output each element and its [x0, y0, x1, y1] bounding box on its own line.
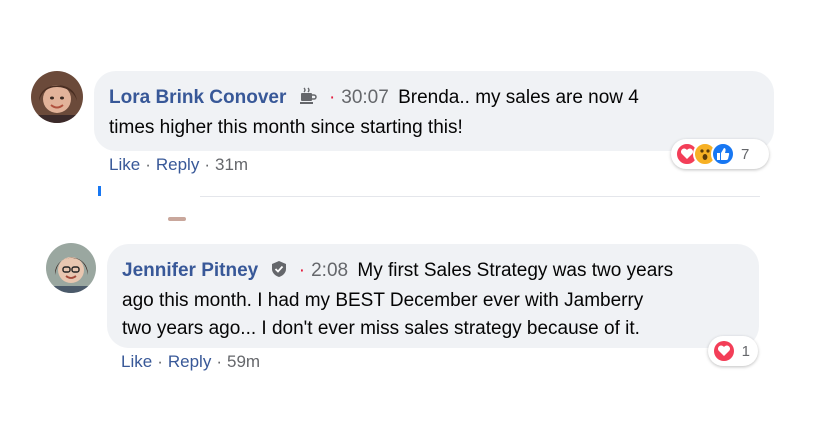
comment-actions: Like · Reply · 31m	[109, 155, 248, 175]
comment-text-line: ago this month. I had my BEST December e…	[122, 290, 644, 311]
comment-age[interactable]: 31m	[215, 155, 248, 174]
comment-bubble: Lora Brink Conover · 30:07 Brenda.. my sa…	[94, 71, 774, 151]
video-timestamp[interactable]: 30:07	[341, 87, 389, 108]
separator-dot: ·	[328, 87, 336, 108]
comment-text-line: times higher this month since starting t…	[109, 117, 463, 138]
comment-age[interactable]: 59m	[227, 352, 260, 371]
comment-text-line: two years ago... I don't ever miss sales…	[122, 318, 640, 339]
comment-bubble: Jennifer Pitney · 2:08 My first Sales Str…	[107, 244, 759, 348]
verified-shield-icon	[270, 259, 288, 287]
thread-marker	[98, 186, 101, 196]
separator-dot: ·	[216, 352, 222, 371]
like-link[interactable]: Like	[109, 155, 140, 174]
reply-link[interactable]: Reply	[156, 155, 199, 174]
video-timestamp[interactable]: 2:08	[311, 260, 348, 281]
like-icon	[711, 142, 735, 166]
coffee-cup-icon	[298, 86, 318, 114]
love-icon	[712, 339, 736, 363]
separator-dot: ·	[204, 155, 210, 174]
reactions-summary[interactable]: 1	[708, 336, 758, 366]
reaction-count: 1	[741, 342, 750, 360]
avatar[interactable]	[31, 71, 83, 123]
reactions-summary[interactable]: 7	[671, 139, 769, 169]
avatar[interactable]	[46, 243, 96, 293]
reply-link[interactable]: Reply	[168, 352, 211, 371]
cropped-avatar-edge	[168, 217, 186, 221]
reaction-count: 7	[741, 145, 750, 163]
comment-author[interactable]: Lora Brink Conover	[109, 87, 286, 108]
separator-dot: ·	[157, 352, 163, 371]
comment-text-line: Brenda.. my sales are now 4	[398, 87, 639, 108]
separator-dot: ·	[145, 155, 151, 174]
like-link[interactable]: Like	[121, 352, 152, 371]
comment-text-line: My first Sales Strategy was two years	[357, 260, 674, 281]
comment-actions: Like · Reply · 59m	[121, 352, 260, 372]
comment-author[interactable]: Jennifer Pitney	[122, 260, 258, 281]
separator-dot: ·	[298, 260, 306, 281]
divider	[200, 196, 760, 197]
